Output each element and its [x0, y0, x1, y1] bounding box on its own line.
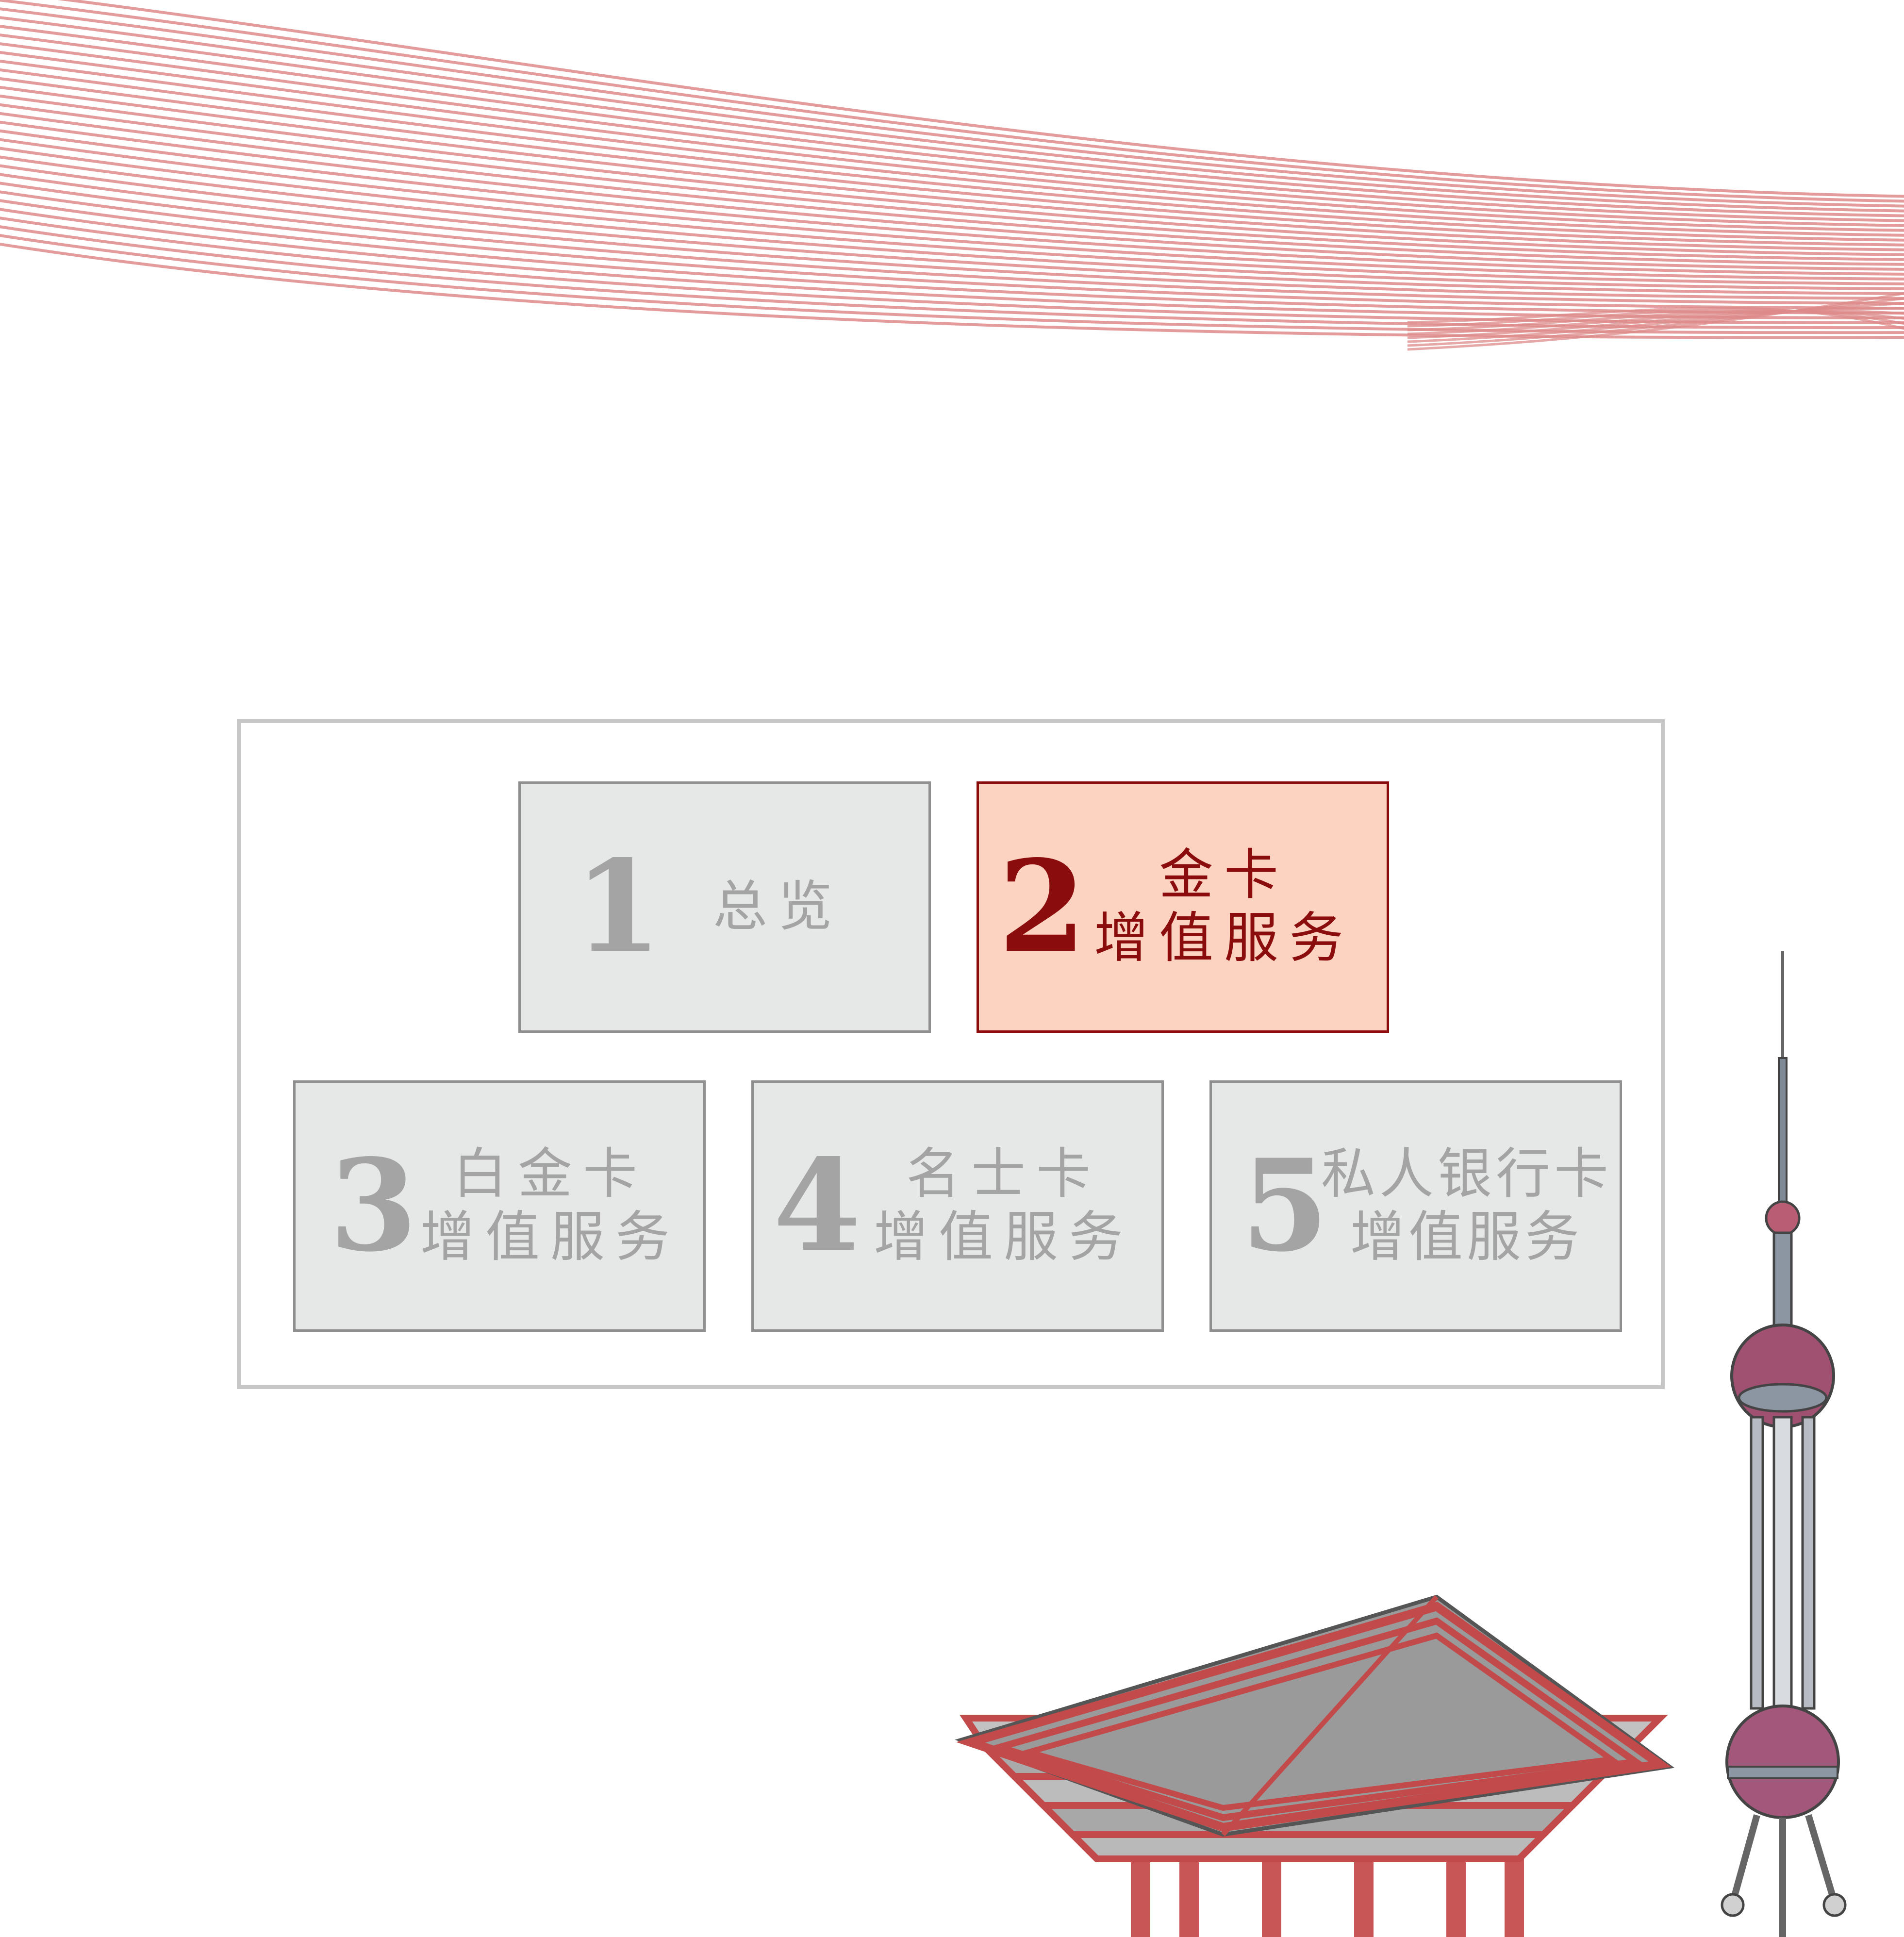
card-label-line2: 增值服务	[1094, 907, 1354, 970]
wave-lines-decoration	[0, 0, 1904, 351]
card-number: 3	[330, 1132, 417, 1280]
card-label-line1: 总览	[713, 875, 843, 939]
card-number: 1	[574, 833, 662, 981]
menu-card-overview[interactable]: 1 总览	[518, 781, 931, 1033]
menu-card-gold[interactable]: 2 金卡 增值服务	[977, 781, 1389, 1033]
card-label: 金卡 增值服务	[1083, 844, 1365, 970]
card-number: 4	[773, 1132, 861, 1280]
menu-card-distinguished[interactable]: 4 名士卡 增值服务	[751, 1080, 1164, 1332]
card-label-line1: 私人银行卡	[1321, 1142, 1612, 1206]
menu-card-private-banking[interactable]: 5 私人银行卡 增值服务	[1209, 1080, 1622, 1332]
card-label-line1: 名士卡	[906, 1142, 1101, 1206]
card-number: 2	[998, 833, 1086, 981]
service-menu-panel: 1 总览 2 金卡 增值服务 3 白金卡 增值服务 4 名士卡 增值服务 5 私…	[237, 719, 1665, 1389]
card-label-line2: 增值服务	[420, 1206, 680, 1269]
card-label-line1: 白金卡	[453, 1142, 648, 1206]
card-label: 白金卡 增值服务	[410, 1142, 691, 1269]
card-label: 总览	[705, 875, 851, 939]
menu-card-platinum[interactable]: 3 白金卡 增值服务	[293, 1080, 706, 1332]
card-label-line2: 增值服务	[874, 1206, 1134, 1269]
card-label-line1: 金卡	[1159, 844, 1289, 907]
card-label: 名士卡 增值服务	[863, 1142, 1144, 1269]
card-label-line2: 增值服务	[1350, 1206, 1583, 1269]
card-label: 私人银行卡 增值服务	[1311, 1142, 1622, 1269]
